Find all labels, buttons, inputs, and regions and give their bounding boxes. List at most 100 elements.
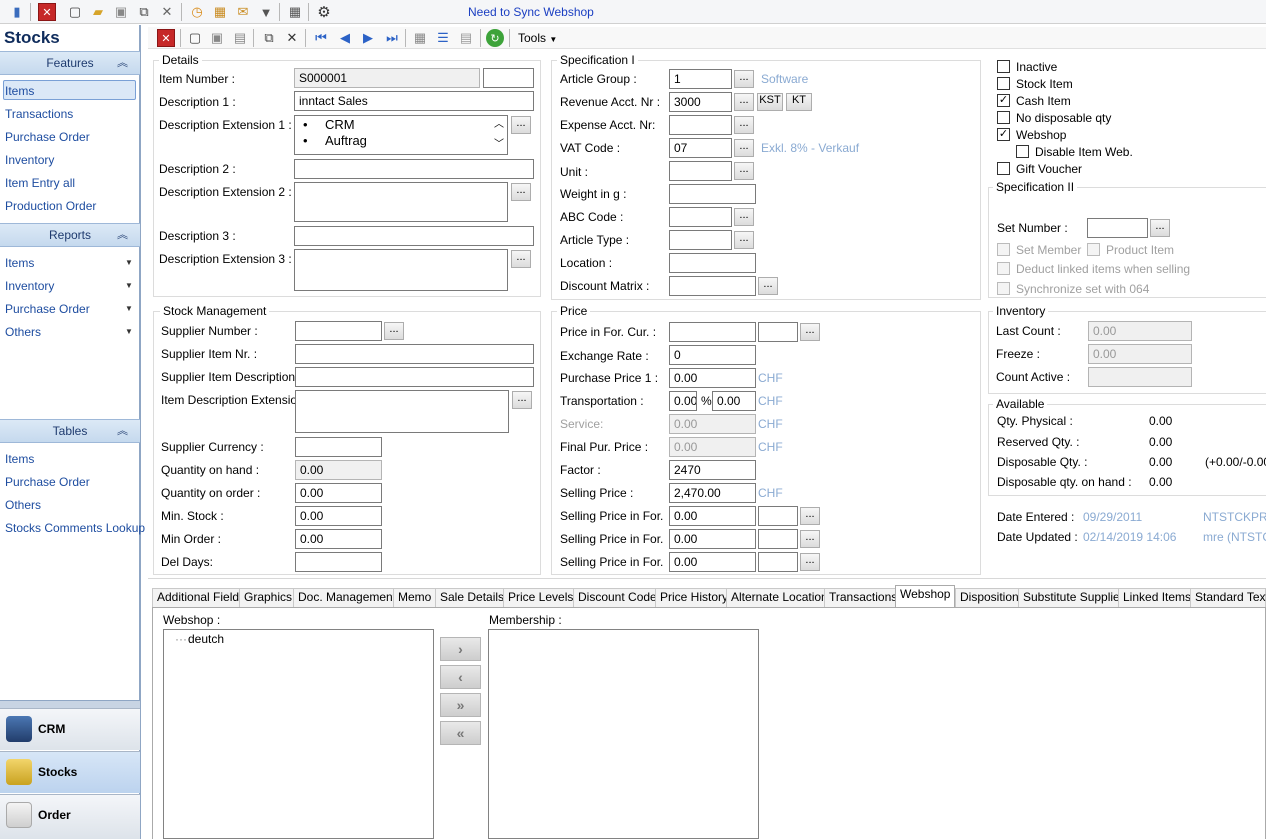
chart-icon[interactable]: ▮ bbox=[8, 3, 26, 21]
quantity-on-order-field[interactable]: 0.00 bbox=[295, 483, 382, 503]
next-record-icon[interactable]: ▶ bbox=[359, 29, 377, 47]
save-icon[interactable]: ▣ bbox=[112, 3, 130, 21]
expense-acct-browse-button[interactable]: ... bbox=[734, 116, 754, 134]
del-days-field[interactable] bbox=[295, 552, 382, 572]
tab-price-levels[interactable]: Price Levels bbox=[503, 588, 579, 607]
list-view-icon[interactable]: ☰ bbox=[434, 29, 452, 47]
calendar-icon[interactable]: ▦ bbox=[211, 3, 229, 21]
freeze-field[interactable]: 0.00 bbox=[1088, 344, 1192, 364]
deduct-linked-checkbox[interactable] bbox=[997, 262, 1010, 275]
description-3-field[interactable] bbox=[294, 226, 534, 246]
disable-item-web-checkbox[interactable] bbox=[1016, 145, 1029, 158]
last-record-icon[interactable]: ⏭ bbox=[383, 29, 401, 47]
scroll-down-icon[interactable]: ﹀ bbox=[494, 138, 504, 152]
membership-list[interactable] bbox=[488, 629, 759, 839]
previous-record-icon[interactable]: ◀ bbox=[336, 29, 354, 47]
collapse-chevron-icon[interactable]: ︽ bbox=[117, 420, 128, 442]
copy-icon[interactable]: ⧉ bbox=[260, 29, 278, 47]
exchange-rate-field[interactable]: 0 bbox=[669, 345, 756, 365]
weight-field[interactable] bbox=[669, 184, 756, 204]
clock-icon[interactable]: ◷ bbox=[188, 3, 206, 21]
transportation-percent-field[interactable]: 0.00 bbox=[669, 391, 697, 411]
mail-icon[interactable]: ✉ bbox=[234, 3, 252, 21]
table-item-comments-lookup[interactable]: Stocks Comments Lookup bbox=[5, 521, 145, 535]
table-view-icon[interactable]: ▤ bbox=[457, 29, 475, 47]
description-extension-3-browse-button[interactable]: ... bbox=[511, 250, 531, 268]
selling-price-foreign-2-field[interactable]: 0.00 bbox=[669, 529, 756, 549]
selling-currency-2-browse-button[interactable]: ... bbox=[800, 530, 820, 548]
tab-discount-code[interactable]: Discount Code bbox=[573, 588, 662, 607]
item-description-extension-browse-button[interactable]: ... bbox=[512, 391, 532, 409]
webshop-checkbox[interactable]: ✓ bbox=[997, 128, 1010, 141]
set-number-field[interactable] bbox=[1087, 218, 1148, 238]
selling-price-foreign-3-field[interactable]: 0.00 bbox=[669, 552, 756, 572]
service-field[interactable]: 0.00 bbox=[669, 414, 756, 434]
sidebar-item-production-order[interactable]: Production Order bbox=[5, 199, 96, 213]
quantity-on-hand-field[interactable]: 0.00 bbox=[295, 460, 382, 480]
discount-matrix-field[interactable] bbox=[669, 276, 756, 296]
article-type-field[interactable] bbox=[669, 230, 732, 250]
purchase-price-1-field[interactable]: 0.00 bbox=[669, 368, 756, 388]
selling-currency-1-field[interactable] bbox=[758, 506, 798, 526]
transportation-value-field[interactable]: 0.00 bbox=[712, 391, 756, 411]
foreign-currency-code-field[interactable] bbox=[758, 322, 798, 342]
settings-gear-icon[interactable]: ⚙ bbox=[315, 3, 333, 21]
refresh-icon[interactable]: ↻ bbox=[486, 29, 504, 47]
tab-substitute-supplier[interactable]: Substitute Supplier bbox=[1018, 588, 1129, 607]
description-extension-2-browse-button[interactable]: ... bbox=[511, 183, 531, 201]
description-1-field[interactable]: inntact Sales bbox=[294, 91, 534, 111]
collapse-chevron-icon[interactable]: ︽ bbox=[117, 52, 128, 74]
location-field[interactable] bbox=[669, 253, 756, 273]
article-group-browse-button[interactable]: ... bbox=[734, 70, 754, 88]
supplier-item-description-field[interactable] bbox=[295, 367, 534, 387]
save-icon[interactable]: ▣ bbox=[208, 29, 226, 47]
description-extension-2-field[interactable] bbox=[294, 182, 508, 222]
count-active-field[interactable] bbox=[1088, 367, 1192, 387]
tab-webshop[interactable]: Webshop bbox=[895, 585, 956, 608]
description-extension-3-field[interactable] bbox=[294, 249, 508, 291]
stock-item-checkbox[interactable] bbox=[997, 77, 1010, 90]
supplier-currency-field[interactable] bbox=[295, 437, 382, 457]
selling-currency-2-field[interactable] bbox=[758, 529, 798, 549]
splitter-handle[interactable] bbox=[0, 700, 140, 708]
selling-price-field[interactable]: 2,470.00 bbox=[669, 483, 756, 503]
table-item-others[interactable]: Others bbox=[5, 498, 41, 512]
tab-doc-management[interactable]: Doc. Management bbox=[293, 588, 402, 607]
new-doc-icon[interactable]: ▢ bbox=[66, 3, 84, 21]
article-group-field[interactable]: 1 bbox=[669, 69, 732, 89]
collapse-chevron-icon[interactable]: ︽ bbox=[117, 224, 128, 246]
factor-field[interactable]: 2470 bbox=[669, 460, 756, 480]
sidebar-item-item-entry-all[interactable]: Item Entry all bbox=[5, 176, 75, 190]
no-disposable-qty-checkbox[interactable] bbox=[997, 111, 1010, 124]
move-all-right-button[interactable]: » bbox=[440, 693, 481, 717]
synchronize-set-checkbox[interactable] bbox=[997, 282, 1010, 295]
sync-webshop-link[interactable]: Need to Sync Webshop bbox=[468, 5, 594, 19]
grid-icon[interactable]: ▦ bbox=[286, 3, 304, 21]
module-stocks[interactable]: Stocks bbox=[0, 751, 140, 793]
description-extension-1-field[interactable]: • CRM • Auftrag ︿ ﹀ bbox=[294, 115, 508, 155]
kst-button[interactable]: KST bbox=[757, 93, 783, 111]
supplier-number-browse-button[interactable]: ... bbox=[384, 322, 404, 340]
set-member-checkbox[interactable] bbox=[997, 243, 1010, 256]
selling-price-foreign-1-field[interactable]: 0.00 bbox=[669, 506, 756, 526]
min-stock-field[interactable]: 0.00 bbox=[295, 506, 382, 526]
gift-voucher-checkbox[interactable] bbox=[997, 162, 1010, 175]
scroll-up-icon[interactable]: ︿ bbox=[494, 118, 504, 132]
min-order-field[interactable]: 0.00 bbox=[295, 529, 382, 549]
final-purchase-price-field[interactable]: 0.00 bbox=[669, 437, 756, 457]
product-item-checkbox[interactable] bbox=[1087, 243, 1100, 256]
revenue-acct-field[interactable]: 3000 bbox=[669, 92, 732, 112]
tab-linked-items[interactable]: Linked Items bbox=[1118, 588, 1197, 607]
kt-button[interactable]: KT bbox=[786, 93, 812, 111]
foreign-currency-browse-button[interactable]: ... bbox=[800, 323, 820, 341]
vat-code-field[interactable]: 07 bbox=[669, 138, 732, 158]
new-doc-icon[interactable]: ▢ bbox=[186, 29, 204, 47]
tab-standard-text[interactable]: Standard Text bbox=[1190, 588, 1266, 607]
tools-menu[interactable]: Tools ▼ bbox=[518, 31, 557, 47]
move-all-left-button[interactable]: « bbox=[440, 721, 481, 745]
item-number-suffix-field[interactable] bbox=[483, 68, 534, 88]
unit-browse-button[interactable]: ... bbox=[734, 162, 754, 180]
sidebar-item-transactions[interactable]: Transactions bbox=[5, 107, 73, 121]
price-foreign-currency-field[interactable] bbox=[669, 322, 756, 342]
vat-code-browse-button[interactable]: ... bbox=[734, 139, 754, 157]
